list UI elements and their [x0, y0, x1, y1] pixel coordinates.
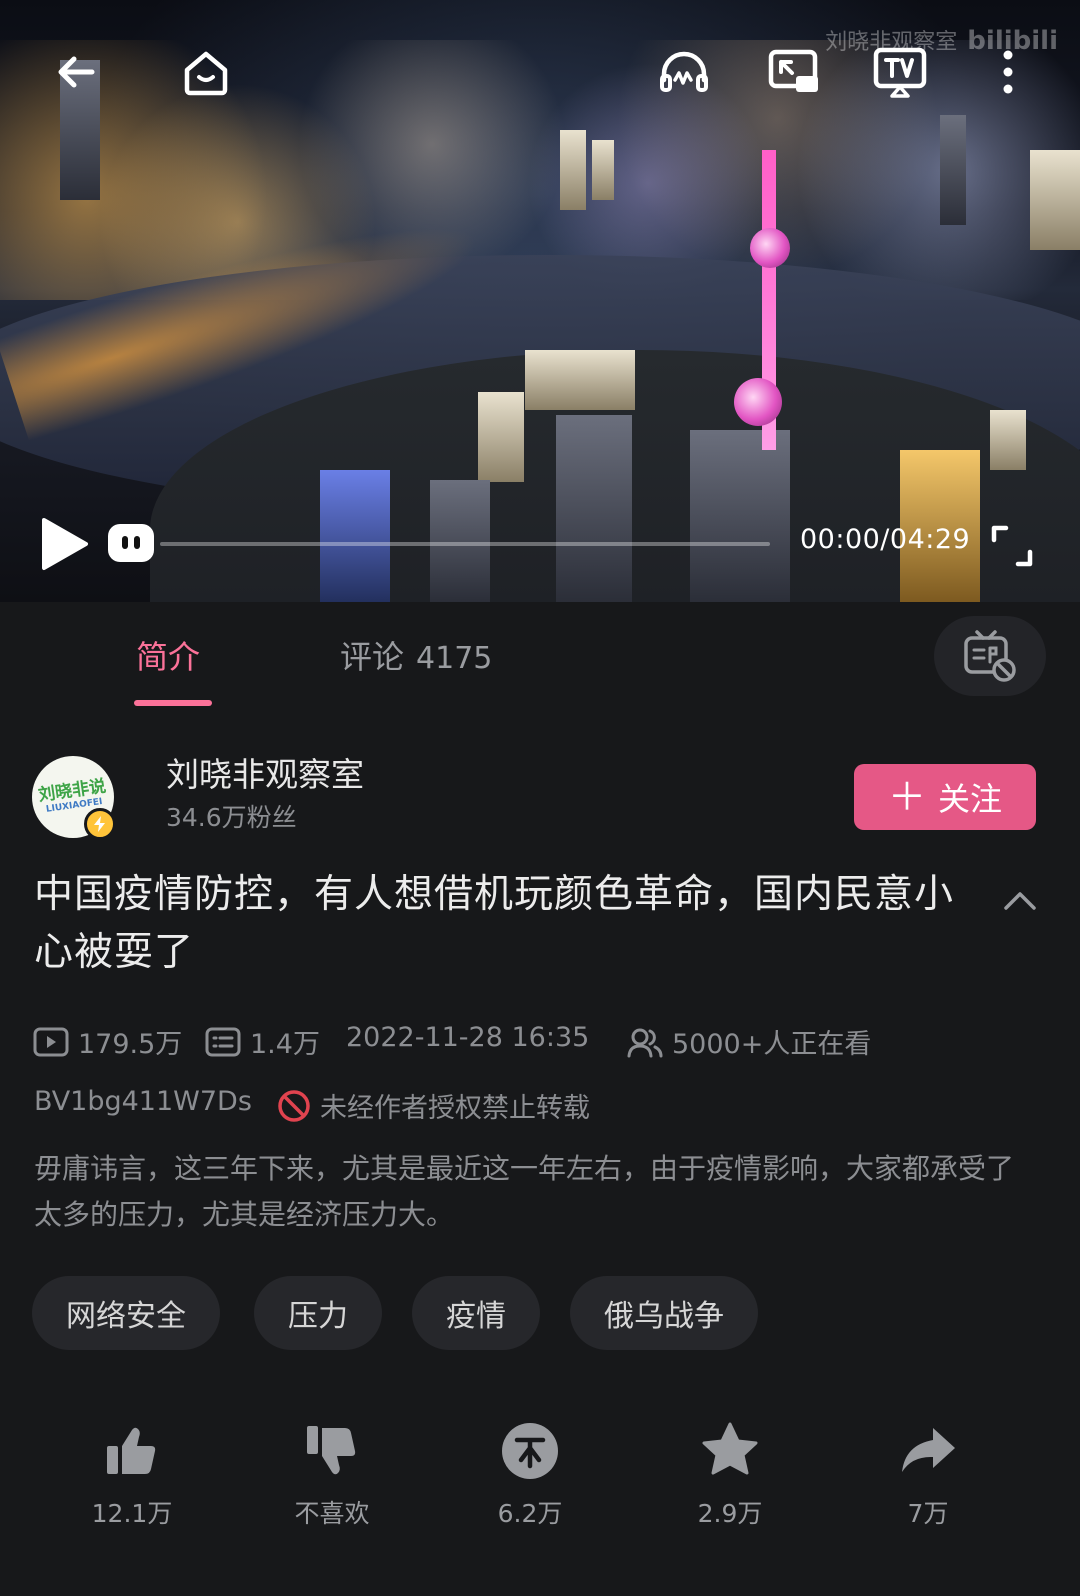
- home-icon[interactable]: [174, 40, 238, 104]
- coin-button[interactable]: 6.2万: [450, 1420, 610, 1550]
- follow-button[interactable]: ＋ 关注: [854, 764, 1036, 830]
- tag-chip[interactable]: 俄乌战争: [570, 1276, 758, 1350]
- uploader-name[interactable]: 刘晓非观察室: [166, 748, 364, 796]
- video-meta-row: BV1bg411W7Ds 未经作者授权禁止转载: [0, 1086, 1080, 1136]
- tab-intro[interactable]: 简介: [136, 632, 200, 678]
- dislike-button[interactable]: 不喜欢: [252, 1420, 412, 1550]
- video-title: 中国疫情防控，有人想借机玩颜色革命，国内民意小心被耍了: [34, 872, 955, 975]
- no-repost-text: 未经作者授权禁止转载: [320, 1093, 590, 1124]
- bvid[interactable]: BV1bg411W7Ds: [34, 1086, 252, 1117]
- video-page: 刘晓非观察室 bilibili 00:00/04:29 简介 评论 4175 刘…: [0, 0, 1080, 1596]
- video-player[interactable]: 刘晓非观察室 bilibili 00:00/04:29: [0, 0, 1080, 602]
- danmaku-toggle-icon[interactable]: [108, 524, 154, 562]
- watching-now: 5000+人正在看: [626, 1022, 871, 1061]
- video-frame-tower-sphere: [750, 228, 790, 268]
- player-controls: 00:00/04:29: [0, 510, 1080, 580]
- tab-comments-count: 4175: [416, 641, 493, 676]
- view-count: 179.5万: [32, 1022, 182, 1061]
- video-frame-building: [990, 410, 1026, 470]
- tab-comments-label: 评论: [340, 638, 405, 676]
- coin-icon: [502, 1423, 558, 1479]
- tag-chip[interactable]: 疫情: [412, 1276, 540, 1350]
- progress-bar[interactable]: [160, 542, 770, 546]
- dislike-label: 不喜欢: [294, 1499, 370, 1528]
- like-button[interactable]: 12.1万: [52, 1420, 212, 1550]
- view-count-value: 179.5万: [78, 1029, 183, 1060]
- pip-icon[interactable]: [762, 40, 826, 104]
- danmaku-count-icon: [205, 1027, 241, 1056]
- thumbs-up-icon: [107, 1427, 156, 1474]
- tag-chip[interactable]: 压力: [254, 1276, 382, 1350]
- tab-active-indicator: [134, 700, 212, 706]
- player-top-bar: [0, 36, 1080, 116]
- time-display: 00:00/04:29: [800, 524, 971, 555]
- action-bar: 12.1万 不喜欢 6.2万 2.9万 7万: [0, 1420, 1080, 1550]
- tag-chip[interactable]: 网络安全: [32, 1276, 220, 1350]
- video-frame-building: [940, 115, 966, 225]
- thumbs-down-icon: [307, 1426, 356, 1475]
- video-frame-building: [525, 350, 635, 410]
- coin-count: 6.2万: [497, 1499, 563, 1528]
- favorite-count: 2.9万: [697, 1499, 763, 1528]
- watching-now-value: 5000+人正在看: [672, 1029, 872, 1060]
- video-frame-building: [592, 140, 614, 200]
- tab-intro-label: 简介: [136, 638, 201, 676]
- play-icon[interactable]: [36, 516, 92, 572]
- no-repost-notice: 未经作者授权禁止转载: [276, 1086, 590, 1125]
- plus-icon: ＋: [887, 775, 926, 819]
- danmaku-off-icon: [964, 630, 1016, 682]
- video-frame-tower-sphere: [734, 378, 782, 426]
- video-description: 毋庸讳言，这三年下来，尤其是最近这一年左右，由于疫情影响，大家都承受了太多的压力…: [34, 1152, 1015, 1231]
- uploader-fans: 34.6万粉丝: [166, 803, 297, 832]
- video-frame-building: [1030, 150, 1080, 250]
- publish-time: 2022-11-28 16:35: [346, 1022, 589, 1053]
- like-count: 12.1万: [91, 1499, 173, 1528]
- back-arrow-icon[interactable]: [44, 40, 108, 104]
- star-icon: [702, 1422, 758, 1475]
- play-count-icon: [33, 1027, 69, 1056]
- uploader-row: 刘晓非说 LIUXIAOFEI 刘晓非观察室 34.6万粉丝 ＋ 关注: [0, 740, 1080, 850]
- lightning-icon: [84, 808, 116, 840]
- publish-time-value: 2022-11-28 16:35: [346, 1022, 590, 1053]
- detail-tabs: 简介 评论 4175: [0, 602, 1080, 710]
- prohibited-icon: [278, 1089, 310, 1122]
- video-frame-building: [478, 392, 524, 482]
- share-button[interactable]: 7万: [848, 1420, 1008, 1550]
- danmaku-off-button[interactable]: [934, 616, 1046, 696]
- danmaku-count-value: 1.4万: [250, 1029, 320, 1060]
- headphones-icon[interactable]: [652, 40, 716, 104]
- danmaku-count: 1.4万: [204, 1022, 320, 1061]
- chevron-up-icon[interactable]: [1000, 882, 1040, 922]
- more-icon[interactable]: [976, 40, 1040, 104]
- share-count: 7万: [907, 1499, 949, 1528]
- follow-label: 关注: [938, 780, 1003, 818]
- favorite-button[interactable]: 2.9万: [650, 1420, 810, 1550]
- video-stats: 179.5万 1.4万 2022-11-28 16:35 5000+人正在看: [0, 1016, 1080, 1066]
- tab-comments[interactable]: 评论 4175: [340, 632, 492, 678]
- tv-cast-icon[interactable]: [868, 40, 932, 104]
- fullscreen-icon[interactable]: [990, 524, 1034, 568]
- people-icon: [627, 1028, 663, 1057]
- video-frame-building: [560, 130, 586, 210]
- share-arrow-icon: [902, 1428, 955, 1472]
